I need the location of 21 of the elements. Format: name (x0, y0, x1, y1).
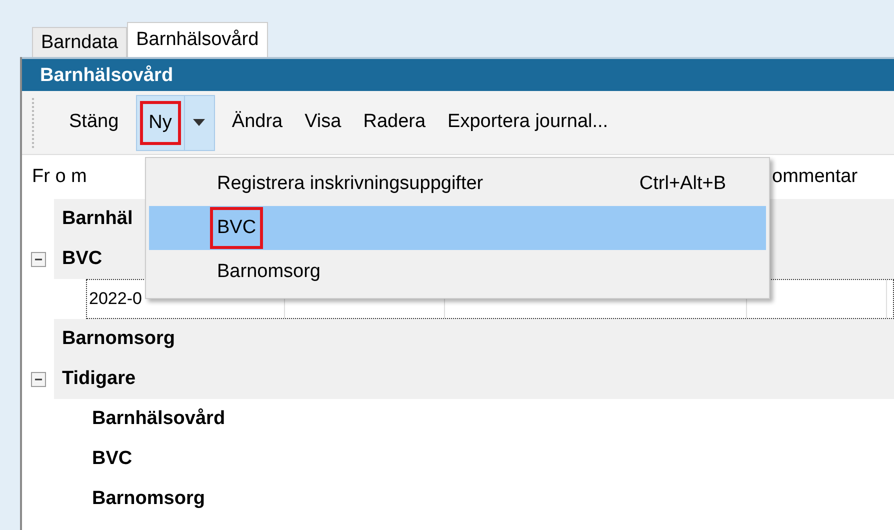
panel-title: Barnhälsovård (22, 57, 894, 91)
menu-item[interactable]: BVC (149, 206, 766, 250)
tab[interactable]: Barnhälsovård (127, 22, 268, 57)
toolbar-button[interactable]: Visa (294, 94, 352, 150)
column-header[interactable]: Fr o m (32, 162, 87, 192)
tab[interactable]: Barndata (32, 27, 128, 57)
toolbar-button[interactable]: Ändra (220, 94, 294, 150)
toolbar-button[interactable]: Exportera journal... (436, 94, 620, 150)
column-header[interactable]: ommentar (772, 162, 858, 192)
tree-item[interactable]: Barnhälsovård (22, 399, 894, 439)
toolbar-button[interactable]: Stäng (58, 94, 130, 150)
tree-item[interactable]: BVC (22, 439, 894, 479)
group-row[interactable]: Barnomsorg (54, 319, 894, 359)
toolbar-button[interactable]: Radera (352, 94, 437, 150)
caret-icon[interactable] (193, 119, 206, 126)
collapse-icon[interactable] (30, 252, 46, 266)
tree-item[interactable]: Barnomsorg (22, 479, 894, 519)
group-row[interactable]: Tidigare (54, 359, 894, 399)
split-button[interactable]: Ny (136, 94, 215, 150)
menu-item[interactable]: Registrera inskrivningsuppgifter Ctrl+Alt+B (149, 162, 766, 206)
collapse-icon[interactable] (30, 372, 46, 386)
